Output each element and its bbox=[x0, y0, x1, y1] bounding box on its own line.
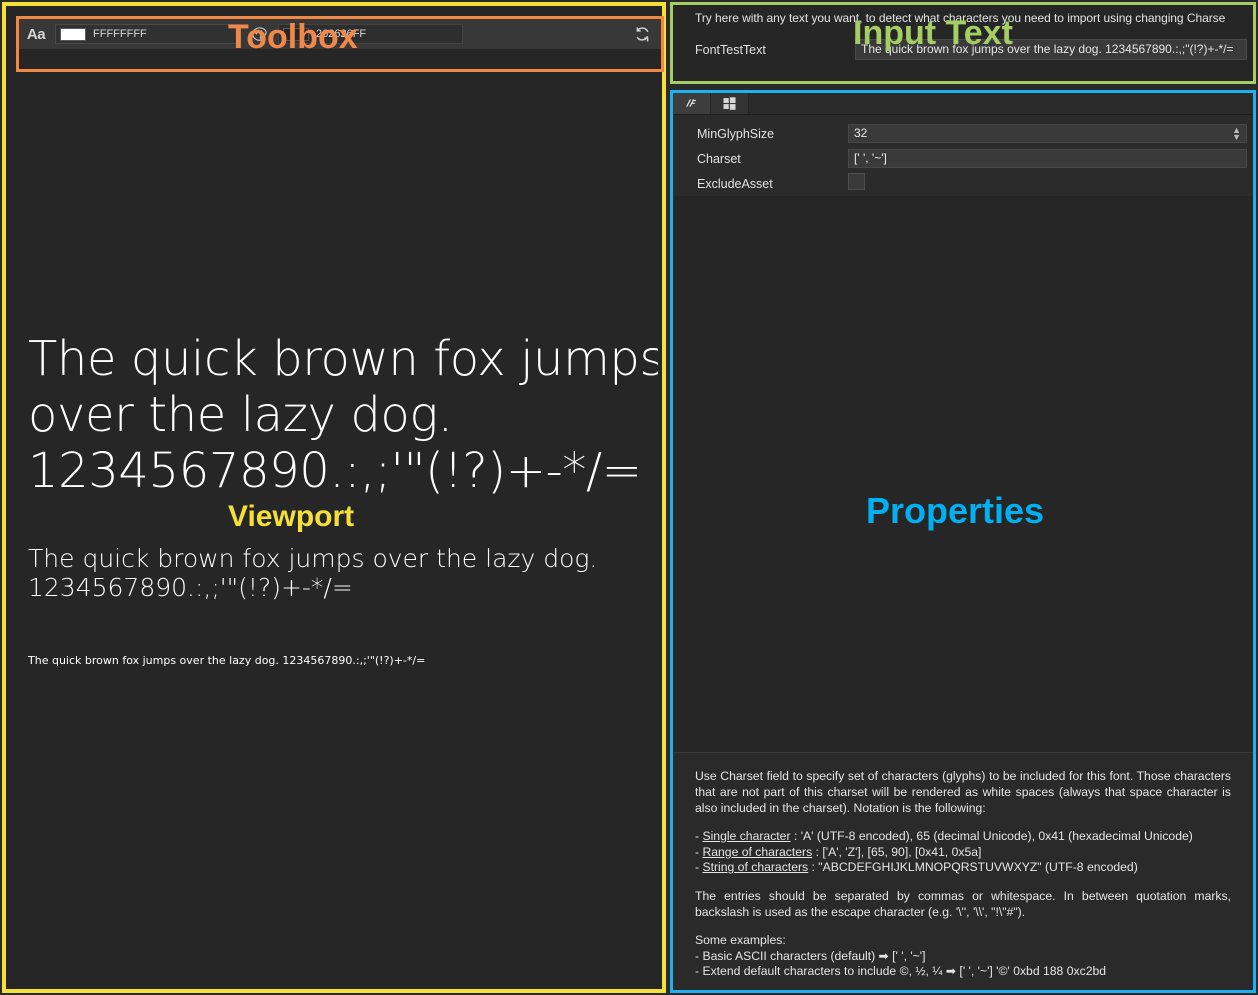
help-spacer-1 bbox=[695, 816, 1231, 829]
help-paragraph-1: Use Charset field to specify set of char… bbox=[695, 769, 1231, 816]
property-label-excludeasset: ExcludeAsset bbox=[673, 177, 848, 191]
foreground-color-swatch[interactable] bbox=[60, 28, 86, 41]
help-bullet-3: - String of characters : "ABCDEFGHIJKLMN… bbox=[695, 860, 1231, 876]
font-aa-icon[interactable]: Aa bbox=[25, 26, 47, 43]
tabstrip-filler bbox=[749, 93, 1253, 114]
viewport-panel: Aa FFFFFFFF 262626FF bbox=[2, 2, 666, 993]
help-example-2: - Extend default characters to include ©… bbox=[695, 964, 1231, 980]
font-test-text-label: FontTestText bbox=[695, 43, 855, 57]
background-color-hex: 262626FF bbox=[316, 28, 366, 41]
windows-grid-icon bbox=[722, 96, 737, 111]
help-spacer-2 bbox=[695, 876, 1231, 889]
help-bullet-2: - Range of characters : ['A', 'Z'], [65,… bbox=[695, 845, 1231, 861]
help-bullet-2-label: Range of characters bbox=[702, 845, 812, 859]
properties-tabstrip bbox=[673, 93, 1253, 115]
background-color-field[interactable]: 262626FF bbox=[278, 24, 463, 44]
help-bullet-1-label: Single character bbox=[702, 829, 790, 843]
properties-empty-area bbox=[673, 196, 1253, 753]
properties-panel: MinGlyphSize 32 ▲▼ Charset [' ', '~'] Ex… bbox=[670, 90, 1256, 993]
property-value-charset: [' ', '~'] bbox=[848, 149, 1247, 168]
property-value-excludeasset bbox=[848, 173, 1247, 195]
property-label-minglyphsize: MinGlyphSize bbox=[673, 127, 848, 141]
property-value-minglyphsize: 32 ▲▼ bbox=[848, 124, 1247, 143]
help-bullet-1: - Single character : 'A' (UTF-8 encoded)… bbox=[695, 829, 1231, 845]
minglyphsize-value: 32 bbox=[854, 125, 867, 142]
property-row-minglyphsize: MinGlyphSize 32 ▲▼ bbox=[673, 121, 1253, 146]
property-row-excludeasset: ExcludeAsset bbox=[673, 171, 1253, 196]
palette-icon[interactable] bbox=[248, 24, 270, 44]
minglyphsize-stepper[interactable]: ▲▼ bbox=[1232, 127, 1241, 141]
refresh-icon[interactable] bbox=[629, 21, 655, 47]
input-text-panel: Try here with any text you want, to dete… bbox=[670, 2, 1256, 84]
input-text-hint: Try here with any text you want, to dete… bbox=[673, 5, 1253, 25]
font-test-text-row: FontTestText The quick brown fox jumps o… bbox=[673, 39, 1253, 60]
background-color-swatch[interactable] bbox=[283, 28, 309, 41]
help-example-1: - Basic ASCII characters (default) ➡ [' … bbox=[695, 949, 1231, 965]
font-test-text-input[interactable]: The quick brown fox jumps over the lazy … bbox=[855, 39, 1247, 60]
help-spacer-3 bbox=[695, 920, 1231, 933]
help-paragraph-3: Some examples: bbox=[695, 933, 1231, 949]
foreground-color-hex: FFFFFFFF bbox=[93, 28, 147, 41]
slashes-icon bbox=[684, 96, 699, 111]
toolbox-toolbar: Aa FFFFFFFF 262626FF bbox=[19, 19, 661, 49]
properties-grid: MinGlyphSize 32 ▲▼ Charset [' ', '~'] Ex… bbox=[673, 115, 1253, 196]
tab-details[interactable] bbox=[673, 93, 711, 114]
help-bullet-3-label: String of characters bbox=[702, 860, 808, 874]
help-bullet-3-text: : "ABCDEFGHIJKLMNOPQRSTUVWXYZ" (UTF-8 en… bbox=[808, 860, 1138, 874]
minglyphsize-input[interactable]: 32 ▲▼ bbox=[848, 124, 1247, 143]
help-bullet-2-text: : ['A', 'Z'], [65, 90], [0x41, 0x5a] bbox=[812, 845, 981, 859]
viewport-canvas[interactable]: The quick brown fox jumps over the lazy … bbox=[16, 76, 658, 985]
toolbox-lower-strip bbox=[19, 49, 661, 69]
sample-text-large: The quick brown fox jumps over the lazy … bbox=[28, 331, 658, 499]
toolbox-panel: Aa FFFFFFFF 262626FF bbox=[16, 16, 664, 72]
foreground-color-field[interactable]: FFFFFFFF bbox=[55, 24, 240, 44]
help-bullet-1-text: : 'A' (UTF-8 encoded), 65 (decimal Unico… bbox=[791, 829, 1193, 843]
sample-text-medium: The quick brown fox jumps over the lazy … bbox=[28, 544, 658, 603]
sample-text-small: The quick brown fox jumps over the lazy … bbox=[28, 654, 658, 668]
help-paragraph-2: The entries should be separated by comma… bbox=[695, 889, 1231, 920]
property-label-charset: Charset bbox=[673, 152, 848, 166]
app-root: Aa FFFFFFFF 262626FF bbox=[0, 0, 1258, 995]
property-row-charset: Charset [' ', '~'] bbox=[673, 146, 1253, 171]
excludeasset-checkbox[interactable] bbox=[848, 173, 865, 190]
charset-input[interactable]: [' ', '~'] bbox=[848, 149, 1247, 168]
charset-help-box: Use Charset field to specify set of char… bbox=[673, 753, 1253, 990]
tab-platform[interactable] bbox=[711, 93, 749, 114]
